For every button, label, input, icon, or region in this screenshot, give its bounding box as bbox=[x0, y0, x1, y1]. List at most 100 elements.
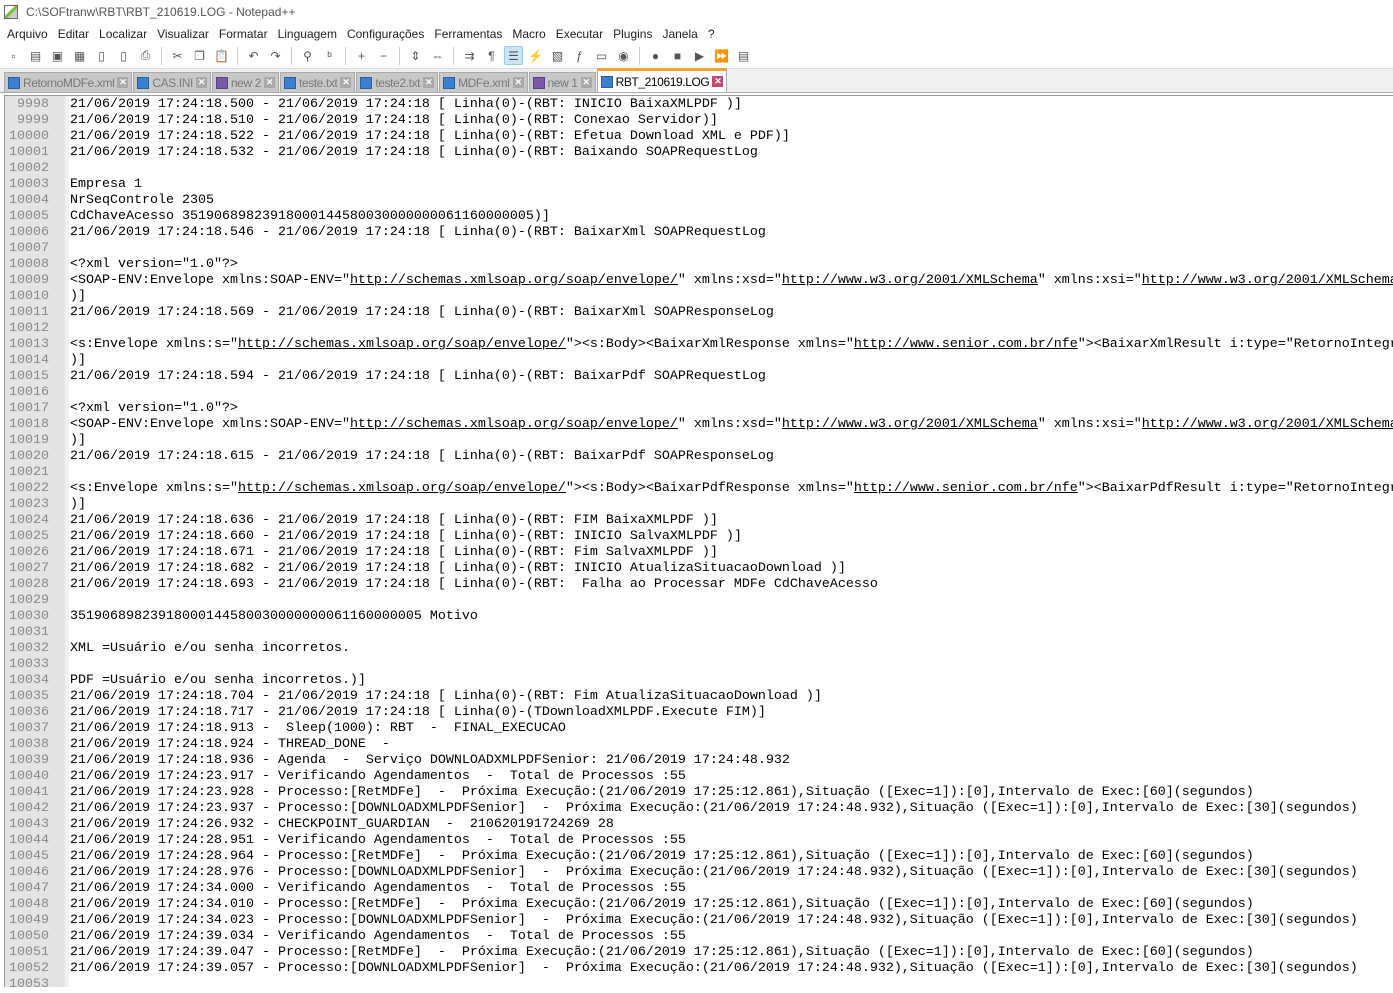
url-link[interactable]: http://www.w3.org/2001/XMLSchema bbox=[782, 417, 1038, 432]
close-tab-icon[interactable]: ✕ bbox=[196, 77, 207, 88]
code-line[interactable]: 21/06/2019 17:24:23.917 - Verificando Ag… bbox=[70, 769, 1393, 785]
cut-button[interactable]: ✂ bbox=[168, 46, 187, 65]
url-link[interactable]: http://www.senior.com.br/nfe bbox=[854, 481, 1078, 496]
code-line[interactable]: )] bbox=[70, 433, 1393, 449]
indent-guide-button[interactable]: ☰ bbox=[504, 46, 523, 65]
run-macro-multiple-button[interactable]: ⏩ bbox=[712, 46, 731, 65]
monitoring-button[interactable]: ◉ bbox=[614, 46, 633, 65]
code-line[interactable] bbox=[70, 385, 1393, 401]
tab-cas-ini[interactable]: CAS.INI✕ bbox=[133, 72, 211, 92]
code-line[interactable]: 21/06/2019 17:24:18.500 - 21/06/2019 17:… bbox=[70, 97, 1393, 113]
code-line[interactable]: 21/06/2019 17:24:18.510 - 21/06/2019 17:… bbox=[70, 113, 1393, 129]
code-line[interactable]: <SOAP-ENV:Envelope xmlns:SOAP-ENV="http:… bbox=[70, 273, 1393, 289]
save-macro-button[interactable]: ▤ bbox=[734, 46, 753, 65]
zoom-out-button[interactable]: − bbox=[374, 46, 393, 65]
code-line[interactable]: 21/06/2019 17:24:18.704 - 21/06/2019 17:… bbox=[70, 689, 1393, 705]
tab-new-2[interactable]: new 2✕ bbox=[212, 72, 279, 92]
url-link[interactable]: http://www.w3.org/2001/XMLSchema bbox=[1142, 273, 1393, 288]
code-line[interactable]: CdChaveAcesso 35190689823918000144580030… bbox=[70, 209, 1393, 225]
code-line[interactable]: <?xml version="1.0"?> bbox=[70, 401, 1393, 417]
code-line[interactable]: 21/06/2019 17:24:28.951 - Verificando Ag… bbox=[70, 833, 1393, 849]
url-link[interactable]: http://www.w3.org/2001/XMLSchema bbox=[782, 273, 1038, 288]
menu-editar[interactable]: Editar bbox=[53, 27, 94, 41]
code-line[interactable] bbox=[70, 321, 1393, 337]
code-line[interactable]: 21/06/2019 17:24:18.636 - 21/06/2019 17:… bbox=[70, 513, 1393, 529]
code-line[interactable]: 21/06/2019 17:24:28.964 - Processo:[RetM… bbox=[70, 849, 1393, 865]
undo-button[interactable]: ↶ bbox=[244, 46, 263, 65]
menu-visualizar[interactable]: Visualizar bbox=[152, 27, 214, 41]
code-line[interactable]: 21/06/2019 17:24:39.034 - Verificando Ag… bbox=[70, 929, 1393, 945]
menu-arquivo[interactable]: Arquivo bbox=[2, 27, 53, 41]
code-line[interactable] bbox=[70, 593, 1393, 609]
close-tab-icon[interactable]: ✕ bbox=[581, 77, 592, 88]
code-line[interactable]: 21/06/2019 17:24:18.569 - 21/06/2019 17:… bbox=[70, 305, 1393, 321]
open-file-button[interactable]: ▤ bbox=[26, 46, 45, 65]
code-line[interactable]: XML =Usuário e/ou senha incorretos. bbox=[70, 641, 1393, 657]
save-button[interactable]: ▣ bbox=[48, 46, 67, 65]
code-line[interactable]: 21/06/2019 17:24:28.976 - Processo:[DOWN… bbox=[70, 865, 1393, 881]
code-line[interactable]: 21/06/2019 17:24:18.615 - 21/06/2019 17:… bbox=[70, 449, 1393, 465]
code-line[interactable]: PDF =Usuário e/ou senha incorretos.)] bbox=[70, 673, 1393, 689]
code-line[interactable]: 21/06/2019 17:24:23.928 - Processo:[RetM… bbox=[70, 785, 1393, 801]
code-line[interactable]: 21/06/2019 17:24:34.000 - Verificando Ag… bbox=[70, 881, 1393, 897]
code-line[interactable]: 21/06/2019 17:24:34.023 - Processo:[DOWN… bbox=[70, 913, 1393, 929]
close-tab-icon[interactable]: ✕ bbox=[117, 77, 128, 88]
sync-horizontal-button[interactable]: ⇔ bbox=[428, 46, 447, 65]
code-line[interactable]: )] bbox=[70, 289, 1393, 305]
code-line[interactable]: 21/06/2019 17:24:18.660 - 21/06/2019 17:… bbox=[70, 529, 1393, 545]
menu-executar[interactable]: Executar bbox=[551, 27, 608, 41]
close-tab-icon[interactable]: ✕ bbox=[423, 77, 434, 88]
code-line[interactable] bbox=[70, 465, 1393, 481]
code-line[interactable]: 21/06/2019 17:24:18.717 - 21/06/2019 17:… bbox=[70, 705, 1393, 721]
code-line[interactable]: 21/06/2019 17:24:26.932 - CHECKPOINT_GUA… bbox=[70, 817, 1393, 833]
sync-vertical-button[interactable]: ⇕ bbox=[406, 46, 425, 65]
document-map-button[interactable]: ▧ bbox=[548, 46, 567, 65]
url-link[interactable]: http://schemas.xmlsoap.org/soap/envelope… bbox=[238, 481, 566, 496]
code-line[interactable]: <s:Envelope xmlns:s="http://schemas.xmls… bbox=[70, 337, 1393, 353]
code-line[interactable]: 21/06/2019 17:24:23.937 - Processo:[DOWN… bbox=[70, 801, 1393, 817]
menu-linguagem[interactable]: Linguagem bbox=[273, 27, 342, 41]
code-line[interactable]: 21/06/2019 17:24:18.671 - 21/06/2019 17:… bbox=[70, 545, 1393, 561]
editor[interactable]: 9998999910000100011000210003100041000510… bbox=[4, 95, 1393, 987]
code-line[interactable] bbox=[70, 625, 1393, 641]
close-tab-icon[interactable]: ✕ bbox=[264, 77, 275, 88]
function-list-button[interactable]: ƒ bbox=[570, 46, 589, 65]
code-line[interactable]: <SOAP-ENV:Envelope xmlns:SOAP-ENV="http:… bbox=[70, 417, 1393, 433]
close-tab-icon[interactable]: ✕ bbox=[513, 77, 524, 88]
menu-?[interactable]: ? bbox=[703, 27, 720, 41]
close-tab-icon[interactable]: ✕ bbox=[712, 76, 723, 87]
code-line[interactable]: 21/06/2019 17:24:18.913 - Sleep(1000): R… bbox=[70, 721, 1393, 737]
code-line[interactable]: 21/06/2019 17:24:18.532 - 21/06/2019 17:… bbox=[70, 145, 1393, 161]
code-line[interactable] bbox=[70, 241, 1393, 257]
play-macro-button[interactable]: ▶ bbox=[690, 46, 709, 65]
code-line[interactable]: 21/06/2019 17:24:39.047 - Processo:[RetM… bbox=[70, 945, 1393, 961]
print-button[interactable]: ⎙ bbox=[136, 46, 155, 65]
tab-new-1[interactable]: new 1✕ bbox=[529, 72, 596, 92]
code-line[interactable] bbox=[70, 161, 1393, 177]
new-file-button[interactable]: ▫ bbox=[4, 46, 23, 65]
close-tab-icon[interactable]: ✕ bbox=[340, 77, 351, 88]
menu-macro[interactable]: Macro bbox=[507, 27, 550, 41]
code-line[interactable]: 21/06/2019 17:24:34.010 - Processo:[RetM… bbox=[70, 897, 1393, 913]
close-button[interactable]: ▯ bbox=[92, 46, 111, 65]
url-link[interactable]: http://www.senior.com.br/nfe bbox=[854, 337, 1078, 352]
tab-mdfe-xml[interactable]: MDFe.xml✕ bbox=[439, 72, 527, 92]
close-all-button[interactable]: ▯ bbox=[114, 46, 133, 65]
tab-retornomdfe-xml[interactable]: RetornoMDFe.xml✕ bbox=[4, 72, 132, 92]
language-button[interactable]: ⚡ bbox=[526, 46, 545, 65]
paste-button[interactable]: 📋 bbox=[212, 46, 231, 65]
record-macro-button[interactable]: ● bbox=[646, 46, 665, 65]
redo-button[interactable]: ↷ bbox=[266, 46, 285, 65]
tab-teste-txt[interactable]: teste.txt✕ bbox=[280, 72, 355, 92]
url-link[interactable]: http://www.w3.org/2001/XMLSchema bbox=[1142, 417, 1393, 432]
zoom-in-button[interactable]: + bbox=[352, 46, 371, 65]
text-area[interactable]: 21/06/2019 17:24:18.500 - 21/06/2019 17:… bbox=[69, 96, 1393, 987]
find-button[interactable]: ⚲ bbox=[298, 46, 317, 65]
menu-janela[interactable]: Janela bbox=[657, 27, 702, 41]
save-all-button[interactable]: ▦ bbox=[70, 46, 89, 65]
code-line[interactable]: <?xml version="1.0"?> bbox=[70, 257, 1393, 273]
code-line[interactable]: NrSeqControle 2305 bbox=[70, 193, 1393, 209]
code-line[interactable]: 21/06/2019 17:24:18.693 - 21/06/2019 17:… bbox=[70, 577, 1393, 593]
code-line[interactable]: 21/06/2019 17:24:18.546 - 21/06/2019 17:… bbox=[70, 225, 1393, 241]
code-line[interactable]: 21/06/2019 17:24:39.057 - Processo:[DOWN… bbox=[70, 961, 1393, 977]
